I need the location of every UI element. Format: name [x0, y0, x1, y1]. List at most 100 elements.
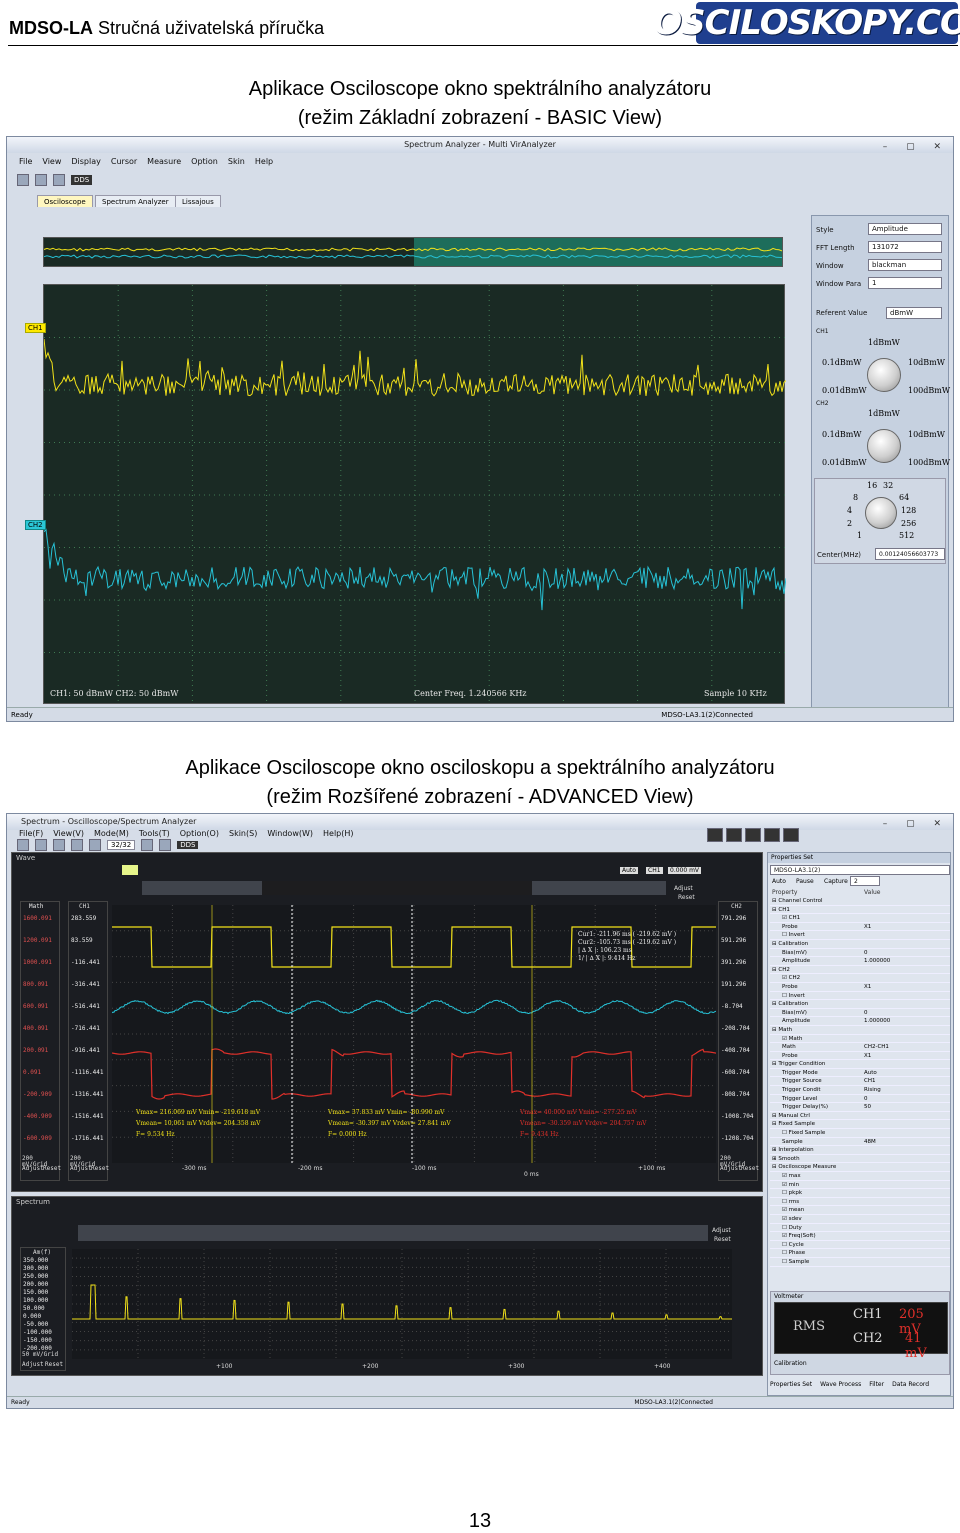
spectrum-axis-reset[interactable]: Reset	[45, 1362, 63, 1368]
ch1-scale-knob[interactable]	[867, 358, 901, 392]
tab-data-record[interactable]: Data Record	[892, 1381, 929, 1388]
props-auto-button[interactable]: Auto	[772, 878, 786, 885]
property-row[interactable]: ☑ min	[770, 1181, 950, 1190]
fft-length-select[interactable]: 131072	[868, 241, 942, 253]
tab-spectrum-analyzer[interactable]: Spectrum Analyzer	[95, 195, 176, 207]
spectrum-plot[interactable]: CH1: 50 dBmW CH2: 50 dBmW Center Freq. 1…	[43, 284, 786, 705]
ch1-adjust[interactable]: Adjust	[70, 1166, 92, 1172]
property-row[interactable]: Probe X1	[770, 1052, 950, 1061]
auto-button[interactable]: Auto	[620, 867, 638, 874]
wave-plot[interactable]: Cur1: -211.96 ms ( -219.62 mV ) Cur2: -10…	[111, 905, 717, 1163]
mode-wave-icon[interactable]	[707, 828, 723, 842]
property-row[interactable]: ☑ sdev	[770, 1215, 950, 1224]
property-row[interactable]: Probe X1	[770, 983, 950, 992]
property-row[interactable]: Amplitude 1.000000	[770, 957, 950, 966]
ch2-tag[interactable]: CH2	[25, 520, 46, 530]
property-row[interactable]: Trigger Level 0	[770, 1095, 950, 1104]
ref-value-select[interactable]: dBmW	[886, 307, 942, 319]
print-icon[interactable]	[53, 174, 65, 186]
property-row[interactable]: Math CH2-CH1	[770, 1043, 950, 1052]
property-row[interactable]: ☑ mean	[770, 1206, 950, 1215]
ch2-adjust[interactable]: Adjust	[720, 1166, 742, 1172]
zoom-out-icon[interactable]	[89, 839, 101, 851]
property-row[interactable]: ☐ Cycle	[770, 1241, 950, 1250]
property-row[interactable]: Trigger Mode Auto	[770, 1069, 950, 1078]
property-row[interactable]: Trigger Source CH1	[770, 1077, 950, 1087]
props-pause-button[interactable]: Pause	[796, 878, 814, 885]
cursor-icon[interactable]	[141, 839, 154, 851]
property-row[interactable]: ⊟ Calibration	[770, 940, 950, 949]
mode-spectrum-icon[interactable]	[726, 828, 742, 842]
tab-properties-set[interactable]: Properties Set	[770, 1381, 812, 1388]
property-row[interactable]: ☐ Invert	[770, 931, 950, 940]
property-row[interactable]: ⊟ Manual Ctrl	[770, 1112, 950, 1121]
property-row[interactable]: ☐ Duty	[770, 1224, 950, 1233]
save-icon[interactable]	[35, 174, 47, 186]
property-row[interactable]: ☑ CH1	[770, 914, 950, 923]
measure-icon[interactable]	[159, 839, 172, 851]
tab-wave-process[interactable]: Wave Process	[820, 1381, 861, 1388]
wave-reset-button[interactable]: Reset	[678, 894, 695, 901]
ch1-trigger-button[interactable]: CH1	[646, 867, 663, 874]
property-row[interactable]: ⊟ Calibration	[770, 1000, 950, 1009]
mode-record-icon[interactable]	[764, 828, 780, 842]
props-capture-button[interactable]: Capture	[824, 878, 848, 885]
device-select[interactable]: MDSO-LA3.1(2)	[770, 865, 950, 875]
basic-menu-item-0[interactable]: File	[19, 157, 32, 166]
save-icon[interactable]	[35, 839, 47, 851]
property-row[interactable]: ☐ Invert	[770, 992, 950, 1001]
spectrum-plot-adv[interactable]	[72, 1249, 732, 1359]
ch1-tag[interactable]: CH1	[25, 323, 46, 333]
adv-menu-item-1[interactable]: View(V)	[53, 829, 84, 838]
spectrum-reset-button[interactable]: Reset	[714, 1236, 731, 1243]
dds-button[interactable]: DDS	[177, 841, 199, 849]
property-row[interactable]: Trigger Condit Rising	[770, 1086, 950, 1095]
property-row[interactable]: Bias(mV) 0	[770, 949, 950, 958]
property-row[interactable]: Probe X1	[770, 923, 950, 932]
tab-osciloscope[interactable]: Osciloscope	[37, 195, 93, 207]
spectrum-axis-adjust[interactable]: Adjust	[22, 1362, 44, 1368]
property-row[interactable]: ☐ Fixed Sample	[770, 1129, 950, 1138]
property-row[interactable]: Trigger Delay(%) 50	[770, 1103, 950, 1112]
zoom-knob[interactable]	[865, 497, 897, 529]
basic-menu-item-2[interactable]: Display	[71, 157, 101, 166]
property-row[interactable]: ☐ Sample	[770, 1258, 950, 1267]
tab-filter[interactable]: Filter	[869, 1381, 884, 1388]
property-row[interactable]: ☑ Freq(Soft)	[770, 1232, 950, 1241]
property-row[interactable]: ⊟ CH1	[770, 906, 950, 915]
ch2-reset[interactable]: Reset	[741, 1166, 759, 1172]
zoom-level[interactable]: 32/32	[107, 840, 136, 850]
property-row[interactable]: ☑ max	[770, 1172, 950, 1181]
center-mhz-input[interactable]: 0.00124056603773	[875, 548, 945, 560]
property-row[interactable]: ⊞ Interpolation	[770, 1146, 950, 1155]
tab-lissajous[interactable]: Lissajous	[175, 195, 221, 207]
dds-button[interactable]: DDS	[71, 175, 93, 185]
adv-menu-item-2[interactable]: Mode(M)	[94, 829, 129, 838]
window-select[interactable]: blackman	[868, 259, 942, 271]
style-select[interactable]: Amplitude	[868, 223, 942, 235]
adv-menu-item-5[interactable]: Skin(S)	[229, 829, 257, 838]
basic-menu-item-3[interactable]: Cursor	[111, 157, 137, 166]
mode-meter-icon[interactable]	[745, 828, 761, 842]
math-adjust[interactable]: Adjust	[22, 1166, 44, 1172]
adv-menu-item-4[interactable]: Option(O)	[180, 829, 219, 838]
property-row[interactable]: Amplitude 1.000000	[770, 1017, 950, 1026]
spectrum-overview[interactable]	[78, 1225, 708, 1241]
ch1-reset[interactable]: Reset	[91, 1166, 109, 1172]
adv-menu-item-0[interactable]: File(F)	[19, 829, 43, 838]
property-row[interactable]: ⊟ Osciloscope Measure	[770, 1163, 950, 1172]
property-row[interactable]: ☐ pkpk	[770, 1189, 950, 1198]
overview-strip[interactable]	[43, 237, 783, 267]
property-row[interactable]: ⊟ Fixed Sample	[770, 1120, 950, 1130]
ch2-scale-knob[interactable]	[867, 429, 901, 463]
spectrum-adjust-button[interactable]: Adjust	[712, 1227, 731, 1234]
math-reset[interactable]: Reset	[43, 1166, 61, 1172]
wave-adjust-button[interactable]: Adjust	[674, 885, 693, 892]
basic-menu-item-6[interactable]: Skin	[228, 157, 245, 166]
basic-menu-item-4[interactable]: Measure	[147, 157, 181, 166]
mode-help-icon[interactable]	[783, 828, 799, 842]
property-row[interactable]: ☑ CH2	[770, 974, 950, 983]
zoom-in-icon[interactable]	[71, 839, 83, 851]
adv-menu-item-3[interactable]: Tools(T)	[139, 829, 170, 838]
property-row[interactable]: Sample 48M	[770, 1138, 950, 1147]
